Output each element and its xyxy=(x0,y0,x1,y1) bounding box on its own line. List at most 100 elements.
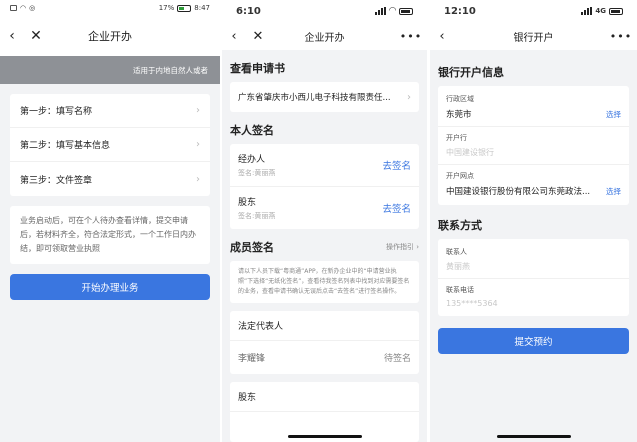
phone-screen-bank-account: 12:10 4G ‹ 银行开户 ••• 银行开户信息 行政区域 东莞市 选择 开… xyxy=(430,0,637,442)
go-sign-button[interactable]: 去签名 xyxy=(382,201,411,215)
back-icon[interactable]: ‹ xyxy=(0,16,24,56)
section-title-bank-info: 银行开户信息 xyxy=(438,66,504,79)
status-time: 6:10 xyxy=(236,5,261,17)
battery-icon xyxy=(399,7,413,15)
sign-row-shareholder: 股东 签名:黄丽燕 去签名 xyxy=(230,187,419,229)
section-title-contact: 联系方式 xyxy=(438,219,482,232)
application-card[interactable]: 广东省肇庆市小西儿电子科技有限责任... › xyxy=(230,82,419,112)
wifi-icon: ◠ xyxy=(389,6,396,16)
wifi-icon: ◠ xyxy=(20,4,27,12)
close-icon[interactable]: ✕ xyxy=(246,22,270,50)
chevron-right-icon: › xyxy=(416,243,419,251)
company-name: 广东省肇庆市小西儿电子科技有限责任... xyxy=(238,93,391,103)
member-sign-header: 成员签名 操作指引 › xyxy=(222,229,427,261)
bank-info-card: 行政区域 东莞市 选择 开户行 中国建设银行 开户网点 中国建设银行股份有限公司… xyxy=(438,86,629,205)
status-bar: 6:10 ◠ xyxy=(222,0,427,22)
close-icon[interactable]: ✕ xyxy=(24,16,48,56)
field-value-row: 东莞市 选择 xyxy=(446,108,621,121)
field-label: 联系电话 xyxy=(446,286,474,294)
branch-value: 中国建设银行股份有限公司东莞政法... xyxy=(446,187,591,197)
battery-icon xyxy=(177,4,192,12)
nav-bar: ‹ ✕ 企业开办 xyxy=(0,16,220,56)
status-time: 12:10 xyxy=(444,5,476,17)
member-title: 法定代表人 xyxy=(230,311,419,341)
notification-icon: ◎ xyxy=(29,4,36,12)
member-title: 股东 xyxy=(230,382,419,412)
contact-phone-input[interactable]: 135****5364 xyxy=(446,299,498,308)
nav-bar: ‹ 银行开户 ••• xyxy=(430,22,637,50)
home-indicator xyxy=(287,435,362,438)
page-title: 银行开户 xyxy=(513,32,554,44)
signer-name: 签名:黄丽燕 xyxy=(238,212,276,220)
field-branch: 开户网点 中国建设银行股份有限公司东莞政法... 选择 xyxy=(438,165,629,203)
field-bank: 开户行 中国建设银行 xyxy=(438,127,629,165)
field-label: 行政区域 xyxy=(446,95,474,103)
signer-name: 签名:黄丽燕 xyxy=(238,169,276,177)
status-icons-right: 17% 8:47 xyxy=(159,4,210,12)
sim-icon xyxy=(10,5,17,11)
field-value-row: 黄丽燕 xyxy=(446,261,621,272)
member-name: 李耀锋 xyxy=(238,354,266,364)
field-value-row: 中国建设银行股份有限公司东莞政法... 选择 xyxy=(446,185,621,198)
applicability-banner: 适用于内地自然人或者 xyxy=(0,56,220,84)
region-value: 东莞市 xyxy=(446,110,472,120)
status-icons-left: ◠ ◎ xyxy=(10,4,35,12)
member-sign-note: 请以下人员下载“粤商通”APP，在新办企业中的“申请营业执照”下选择“无纸化签名… xyxy=(230,261,419,303)
steps-list: 第一步：填写名称 › 第二步：填写基本信息 › 第三步：文件签章 › xyxy=(10,94,210,196)
go-sign-button[interactable]: 去签名 xyxy=(382,158,411,172)
signer-role: 股东 xyxy=(238,198,257,208)
network-type: 4G xyxy=(595,7,606,15)
phone-screen-business-start: ◠ ◎ 17% 8:47 ‹ ✕ 企业开办 适用于内地自然人或者 第一步：填写名… xyxy=(0,0,220,442)
status-bar: 12:10 4G xyxy=(430,0,637,22)
field-contact-person: 联系人 黄丽燕 xyxy=(438,241,629,279)
select-branch-button[interactable]: 选择 xyxy=(606,186,621,197)
more-icon[interactable]: ••• xyxy=(609,22,633,50)
application-row[interactable]: 广东省肇庆市小西儿电子科技有限责任... › xyxy=(230,82,419,112)
back-icon[interactable]: ‹ xyxy=(430,22,454,50)
submit-appointment-button[interactable]: 提交预约 xyxy=(438,328,629,354)
process-description: 业务启动后，可在个人待办查看详情，提交申请后，若材料齐全，符合法定形式，一个工作… xyxy=(10,206,210,264)
more-icon[interactable]: ••• xyxy=(399,22,423,50)
field-label: 开户行 xyxy=(446,134,467,142)
start-business-button[interactable]: 开始办理业务 xyxy=(10,274,210,300)
status-icons-right: ◠ xyxy=(375,6,413,16)
field-label: 开户网点 xyxy=(446,172,474,180)
signal-icon xyxy=(375,7,387,15)
step-label: 第三步：文件签章 xyxy=(20,175,93,186)
step-label: 第二步：填写基本信息 xyxy=(20,141,111,151)
status-bar: ◠ ◎ 17% 8:47 xyxy=(0,0,220,16)
section-title-self-sign: 本人签名 xyxy=(230,124,274,137)
select-region-button[interactable]: 选择 xyxy=(606,109,621,120)
field-label: 联系人 xyxy=(446,248,467,256)
field-value-row: 135****5364 xyxy=(446,299,621,308)
step-fill-name[interactable]: 第一步：填写名称 › xyxy=(10,94,210,128)
step-basic-info[interactable]: 第二步：填写基本信息 › xyxy=(10,128,210,162)
home-indicator xyxy=(496,435,571,438)
chevron-right-icon: › xyxy=(196,139,200,150)
field-region: 行政区域 东莞市 选择 xyxy=(438,88,629,127)
signal-icon xyxy=(581,7,593,15)
guide-link[interactable]: 操作指引 › xyxy=(386,242,419,252)
signer-role: 经办人 xyxy=(238,155,266,165)
phone-screen-signing: 6:10 ◠ ‹ ✕ 企业开办 ••• 查看申请书 广东省肇庆市小西儿电子科技有… xyxy=(222,0,427,442)
battery-percent: 17% xyxy=(158,4,175,12)
field-contact-phone: 联系电话 135****5364 xyxy=(438,279,629,314)
member-row: 李耀锋 待签名 xyxy=(230,341,419,374)
sign-status: 待签名 xyxy=(383,354,411,364)
member-card-legal-rep: 法定代表人 李耀锋 待签名 xyxy=(230,311,419,374)
chevron-right-icon: › xyxy=(196,173,200,185)
step-document-seal[interactable]: 第三步：文件签章 › xyxy=(10,162,210,196)
self-sign-card: 经办人 签名:黄丽燕 去签名 股东 签名:黄丽燕 去签名 xyxy=(230,144,419,229)
back-icon[interactable]: ‹ xyxy=(222,22,246,50)
contact-card: 联系人 黄丽燕 联系电话 135****5364 xyxy=(438,239,629,316)
sign-row-agent: 经办人 签名:黄丽燕 去签名 xyxy=(230,144,419,187)
nav-bar: ‹ ✕ 企业开办 ••• xyxy=(222,22,427,50)
section-title-member-sign: 成员签名 xyxy=(230,241,274,254)
status-icons-right: 4G xyxy=(581,7,623,15)
step-label: 第一步：填写名称 xyxy=(20,107,93,117)
bank-input[interactable]: 中国建设银行 xyxy=(446,147,494,158)
status-time: 8:47 xyxy=(194,4,210,12)
section-title-view-application: 查看申请书 xyxy=(230,62,285,75)
contact-person-input[interactable]: 黄丽燕 xyxy=(446,261,470,272)
screenshot-canvas: ◠ ◎ 17% 8:47 ‹ ✕ 企业开办 适用于内地自然人或者 第一步：填写名… xyxy=(0,0,637,442)
